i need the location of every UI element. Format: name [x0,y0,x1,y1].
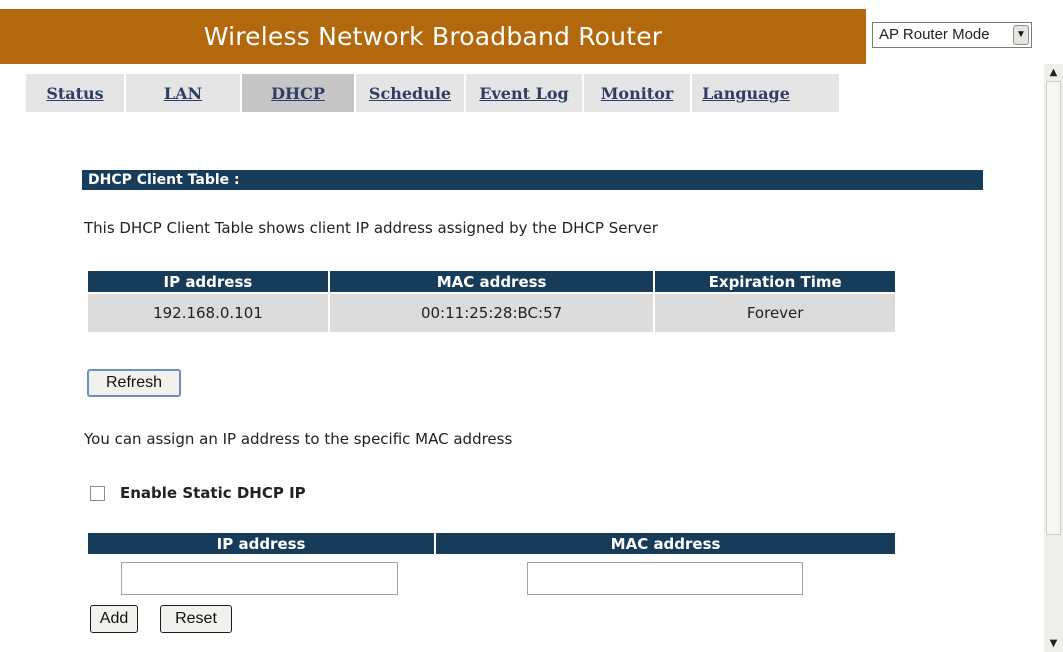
table-header-row: IP address MAC address [88,533,895,554]
scroll-down-arrow-icon[interactable]: ▼ [1044,635,1063,652]
dhcp-client-table: IP address MAC address Expiration Time 1… [88,271,895,332]
client-table-description: This DHCP Client Table shows client IP a… [84,219,658,237]
scroll-up-arrow-icon[interactable]: ▲ [1044,64,1063,81]
column-header-expiration: Expiration Time [653,271,895,293]
tab-lan[interactable]: LAN [126,74,242,112]
refresh-button[interactable]: Refresh [87,369,181,397]
tab-status[interactable]: Status [26,74,126,112]
table-row: 192.168.0.101 00:11:25:28:BC:57 Forever [88,292,895,332]
static-description: You can assign an IP address to the spec… [84,430,513,448]
mode-select[interactable]: AP Router Mode ▼ [872,22,1032,48]
scroll-thumb[interactable] [1046,81,1061,535]
tab-monitor[interactable]: Monitor [584,74,692,112]
table-header-row: IP address MAC address Expiration Time [88,271,895,293]
tab-schedule[interactable]: Schedule [356,74,466,112]
mode-select-value: AP Router Mode [879,26,990,43]
page-title: Wireless Network Broadband Router [203,22,663,51]
vertical-scrollbar[interactable]: ▲ ▼ [1044,64,1063,652]
column-header-mac: MAC address [327,271,655,293]
enable-static-dhcp-checkbox[interactable] [90,486,105,501]
chevron-down-icon[interactable]: ▼ [1013,25,1029,45]
cell-expiration: Forever [653,292,895,332]
column-header-ip: IP address [88,533,436,554]
tab-dhcp[interactable]: DHCP [242,74,356,112]
enable-static-dhcp-label: Enable Static DHCP IP [120,484,306,502]
column-header-ip: IP address [88,271,329,293]
tab-bar: Status LAN DHCP Schedule Event Log Monit… [26,74,839,112]
static-dhcp-table: IP address MAC address [88,533,895,554]
cell-ip: 192.168.0.101 [88,292,329,332]
static-ip-input[interactable] [121,562,398,595]
section-header-dhcp-client-table: DHCP Client Table : [82,170,983,190]
static-mac-input[interactable] [527,562,803,595]
column-header-mac: MAC address [434,533,895,554]
tab-language[interactable]: Language [692,74,800,112]
add-button[interactable]: Add [90,605,138,633]
tab-event-log[interactable]: Event Log [466,74,584,112]
cell-mac: 00:11:25:28:BC:57 [327,292,655,332]
reset-button[interactable]: Reset [160,605,232,633]
